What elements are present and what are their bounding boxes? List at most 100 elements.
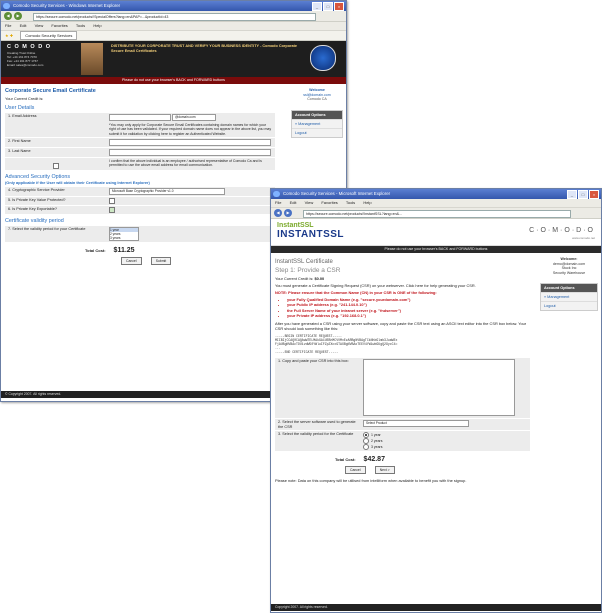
total-cost: Total Cost: $11.25 <box>85 247 275 254</box>
user-details-heading: User Details <box>5 105 35 111</box>
close-button[interactable]: × <box>334 2 344 11</box>
confirm-checkbox[interactable] <box>53 162 59 169</box>
main-content: InstantSSL Certificate Step 1: Provide a… <box>271 253 601 487</box>
email-domain-select[interactable]: @domain.com <box>171 114 216 121</box>
validity-option[interactable]: 3 years <box>110 236 138 240</box>
validity-listbox[interactable]: 1 year 2 years 3 years <box>109 226 139 241</box>
window-title: Comodo Security Services - Microsoft Int… <box>283 191 391 196</box>
minimize-button[interactable]: _ <box>567 190 577 199</box>
menu-view[interactable]: View <box>305 200 314 205</box>
csr-paste-label: 1. Copy and paste your CSR into this box… <box>278 358 349 363</box>
back-button-warning: Please do not use your browser's BACK an… <box>271 246 601 253</box>
maximize-button[interactable]: □ <box>323 2 333 11</box>
email-row: 1. Email Address @domain.com *You may on… <box>5 113 275 137</box>
credit-label: Your Current Credit is: <box>5 96 44 101</box>
banner-photo <box>81 43 103 75</box>
credit-label: Your Current Credit is: <box>275 276 314 281</box>
management-label: Management <box>547 295 570 300</box>
after-text: After you have generated a CSR using you… <box>275 320 527 331</box>
management-link[interactable]: » Management <box>541 292 597 301</box>
total-label: Total Cost: <box>85 247 106 253</box>
address-bar[interactable]: https://secure.comodo.net/products/!Spec… <box>33 13 316 21</box>
ie-icon <box>273 191 280 197</box>
validity-option-3[interactable]: 3 years <box>363 444 528 451</box>
logout-link[interactable]: Logout <box>292 127 342 137</box>
last-name-row: 3. Last Name <box>5 147 275 157</box>
banner-message: DISTRIBUTE YOUR CORPORATE TRUST AND VERI… <box>111 44 297 53</box>
instantssl-browser-window: Comodo Security Services - Microsoft Int… <box>270 188 602 613</box>
forward-arrow-icon[interactable]: ▶ <box>14 12 22 20</box>
menu-edit[interactable]: Edit <box>20 23 27 28</box>
confirm-row: I confirm that the above individual is a… <box>5 157 275 170</box>
menu-favorites[interactable]: Favorites <box>51 23 67 28</box>
menu-edit[interactable]: Edit <box>290 200 297 205</box>
add-favorite-icon[interactable]: ✚ <box>10 33 13 38</box>
exportable-row: 6. Is Private Key Exportable? <box>5 205 275 214</box>
minimize-button[interactable]: _ <box>312 2 322 11</box>
account-options-heading: Account Options <box>541 284 597 293</box>
bottom-note: Please note: Data on this company will b… <box>275 478 467 484</box>
private-key-checkbox[interactable] <box>109 197 115 204</box>
window-title: Comodo Security Services - Windows Inter… <box>13 3 121 8</box>
first-name-label: 2. First Name <box>8 138 31 143</box>
validity-label: 7. Select the validity period for your C… <box>8 226 86 231</box>
maximize-button[interactable]: □ <box>578 190 588 199</box>
menu-file[interactable]: File <box>5 23 11 28</box>
back-arrow-icon[interactable]: ◀ <box>4 12 12 20</box>
server-label: 2. Select the server software used to ge… <box>278 419 356 429</box>
comodo-url: www.comodo.net <box>572 236 595 240</box>
list-item: your Private IP address (e.g. "192.168.0… <box>287 313 530 318</box>
next-button[interactable]: Next > <box>374 466 395 475</box>
favorites-star-icon[interactable]: ★ <box>5 33 9 38</box>
menu-bar: File Edit View Favorites Tools Help <box>1 22 346 31</box>
company-name: Security Warehouse <box>552 270 586 275</box>
exportable-label: 6. Is Private Key Exportable? <box>8 206 57 211</box>
total-value: $42.87 <box>363 456 385 464</box>
email: Email: sales@comodo.com <box>7 63 44 67</box>
validity-row: 3. Select the validity period for the Ce… <box>275 431 530 452</box>
account-options-heading: Account Options <box>292 110 342 119</box>
cancel-button[interactable]: Cancel <box>121 256 142 265</box>
csr-sample: -----BEGIN CERTIFICATE REQUEST----- MIIB… <box>275 333 398 354</box>
close-button[interactable]: × <box>589 190 599 199</box>
server-select[interactable]: Select Product <box>363 419 469 427</box>
validity-heading: Certificate validity period <box>5 217 64 224</box>
comodo-logo: C O M O D O <box>7 44 51 50</box>
management-link[interactable]: » Management <box>292 118 342 128</box>
menu-view[interactable]: View <box>35 23 44 28</box>
first-name-row: 2. First Name <box>5 137 275 147</box>
back-arrow-icon[interactable]: ◀ <box>274 209 282 217</box>
account-options: Account Options » Management Logout <box>291 109 343 138</box>
email-note: *You may only apply for Corporate Secure… <box>109 123 272 136</box>
menu-help[interactable]: Help <box>93 23 101 28</box>
menu-bar: File Edit View Favorites Tools Help <box>271 199 601 208</box>
submit-button[interactable]: Submit <box>150 256 172 265</box>
csp-row: 4. Cryptographic Service Provider Micros… <box>5 186 275 196</box>
csr-textarea[interactable] <box>363 358 515 416</box>
comodo-banner: C O M O D O Creating Trust Online Tel: +… <box>1 41 346 77</box>
email-input[interactable] <box>109 114 171 121</box>
menu-help[interactable]: Help <box>363 200 371 205</box>
step-heading: Step 1: Provide a CSR <box>275 267 341 274</box>
last-name-input[interactable] <box>109 148 271 156</box>
csp-select[interactable]: Microsoft Base Cryptographic Provider v1… <box>109 187 225 195</box>
address-bar[interactable]: https://secure.comodo.net/products/!Inst… <box>303 210 571 218</box>
menu-favorites[interactable]: Favorites <box>321 200 337 205</box>
menu-tools[interactable]: Tools <box>76 23 85 28</box>
validity-row: 7. Select the validity period for your C… <box>5 225 275 242</box>
forward-arrow-icon[interactable]: ▶ <box>284 209 292 217</box>
email-label: 1. Email Address <box>8 114 37 118</box>
exportable-checkbox[interactable] <box>109 206 115 213</box>
total-label: Total Cost: <box>335 457 356 463</box>
menu-tools[interactable]: Tools <box>346 200 355 205</box>
cancel-button[interactable]: Cancel <box>345 466 366 475</box>
management-label: Management <box>298 121 321 126</box>
browser-tab[interactable]: Comodo Security Services <box>20 31 78 40</box>
confirm-text: I confirm that the above individual is a… <box>109 158 262 168</box>
menu-file[interactable]: File <box>275 200 281 205</box>
address-toolbar: ◀ ▶ https://secure.comodo.net/products/!… <box>1 11 346 22</box>
radio-icon[interactable] <box>363 444 369 451</box>
first-name-input[interactable] <box>109 138 271 146</box>
trust-seal-icon <box>310 45 336 71</box>
logout-link[interactable]: Logout <box>541 301 597 310</box>
